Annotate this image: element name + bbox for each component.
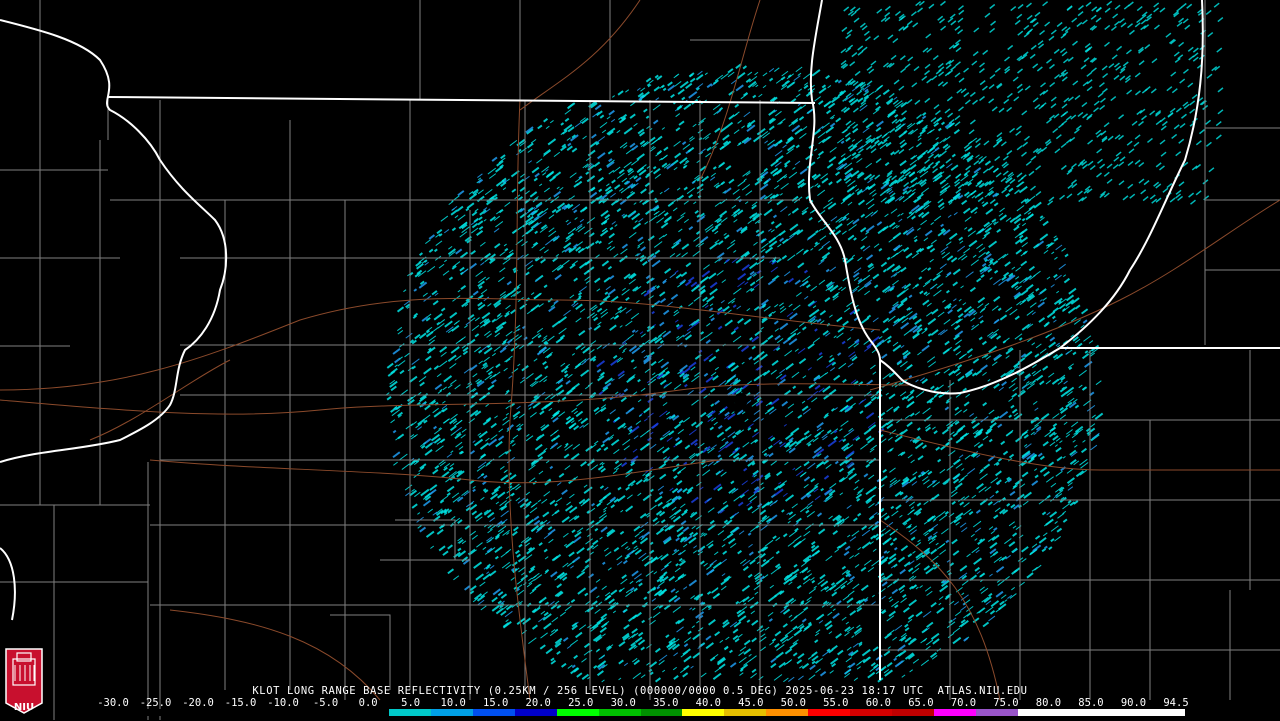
legend-swatch [975,709,1018,716]
legend-tick: 15.0 [483,697,509,709]
legend-swatch [1017,709,1060,716]
legend-swatch [305,709,348,716]
legend-tick: 85.0 [1078,697,1104,709]
legend-swatch [137,709,180,716]
legend-tick: 50.0 [780,697,806,709]
legend-swatch [96,709,138,716]
legend-tick: 40.0 [695,697,721,709]
legend-tick: 55.0 [823,697,849,709]
logo-text: NIU [13,702,35,713]
legend-swatch [1143,709,1186,716]
legend-swatch [1059,709,1102,716]
legend-tick: 0.0 [358,697,378,709]
legend-tick: 45.0 [738,697,764,709]
color-legend-bar [96,709,1186,716]
legend-swatch [808,709,851,716]
legend-swatch [263,709,306,716]
legend-tick: 75.0 [993,697,1019,709]
legend-swatch [640,709,683,716]
legend-tick: 25.0 [568,697,594,709]
legend-swatch [598,709,641,716]
legend-tick: -25.0 [139,697,172,709]
legend-swatch [891,709,934,716]
legend-swatch [473,709,515,716]
legend-swatch [347,709,390,716]
legend-tick: 30.0 [610,697,636,709]
radar-map [0,0,1280,720]
legend-swatch [682,709,725,716]
legend-swatch [1101,709,1144,716]
legend-tick: -20.0 [182,697,214,709]
legend-tick: -10.0 [267,697,299,709]
legend-tick-labels: -30.0 -25.0 -20.0 -15.0 -10.0 -5.0 0.0 5.0 10.0 1… [0,697,1280,709]
legend-tick: 5.0 [401,697,421,709]
legend-swatch [850,709,892,716]
legend-tick: 10.0 [440,697,466,709]
legend-tick: -30.0 [97,697,129,709]
legend-swatch [514,709,557,716]
legend-tick: 94.5 [1163,697,1189,709]
legend-tick: 65.0 [908,697,934,709]
radar-site-marker [734,393,748,407]
product-title: KLOT LONG RANGE BASE REFLECTIVITY (0.25K… [252,685,1028,697]
legend-swatch [766,709,809,716]
legend-tick: 60.0 [865,697,892,709]
niu-logo: NIU [3,645,45,717]
legend-tick: 70.0 [950,697,977,709]
legend-swatch [389,709,432,716]
legend-tick: -15.0 [224,697,257,709]
legend-tick: 20.0 [525,697,551,709]
legend-swatch [431,709,474,716]
legend-tick: 90.0 [1120,697,1147,709]
legend-swatch [221,709,264,716]
legend-tick: -5.0 [312,697,339,709]
legend-swatch [724,709,767,716]
legend-swatch [179,709,222,716]
legend-swatch [933,709,976,716]
legend-swatch [556,709,599,716]
legend-tick: 80.0 [1035,697,1062,709]
legend-tick: 35.0 [653,697,679,709]
